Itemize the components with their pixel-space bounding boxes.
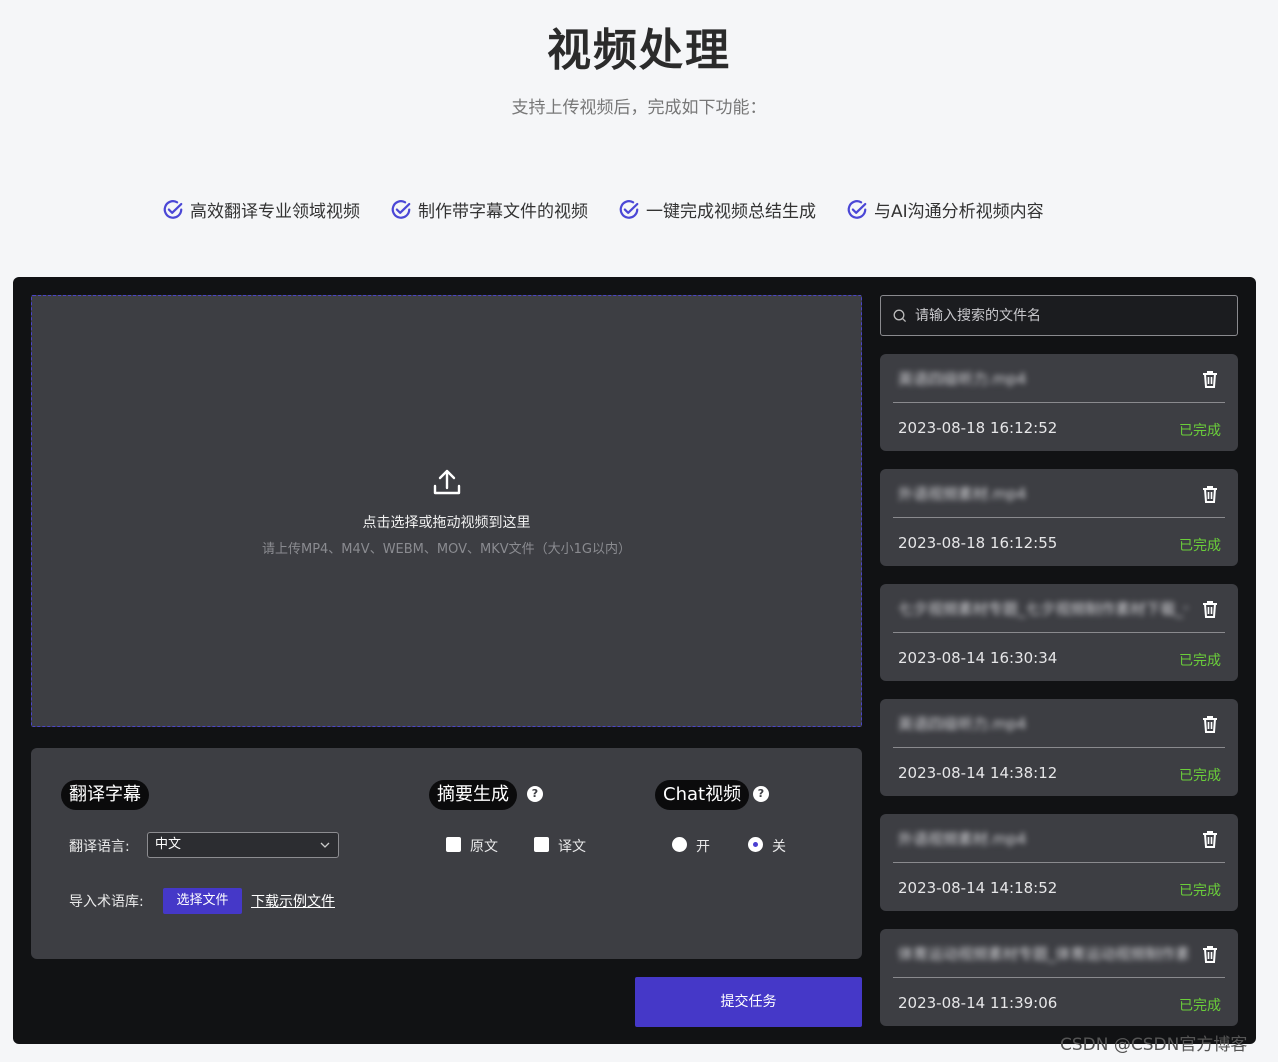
feature-item: 一键完成视频总结生成 bbox=[618, 197, 816, 222]
check-circle-icon bbox=[391, 199, 411, 219]
chat-help-icon[interactable]: ? bbox=[753, 786, 769, 802]
file-name: 外语视频素材.mp4 bbox=[898, 830, 1027, 848]
file-status: 已完成 bbox=[1179, 998, 1221, 1014]
feature-label: 高效翻译专业领域视频 bbox=[190, 202, 360, 222]
video-upload-dropzone[interactable]: 点击选择或拖动视频到这里 请上传MP4、M4V、WEBM、MOV、MKV文件（大… bbox=[31, 295, 862, 727]
feature-label: 与AI沟通分析视频内容 bbox=[874, 202, 1044, 222]
feature-item: 制作带字幕文件的视频 bbox=[390, 197, 588, 222]
trash-icon[interactable] bbox=[1200, 369, 1220, 389]
file-name: 七夕视频素材专题_七夕视频制作素材下载_七夕 bbox=[898, 600, 1188, 618]
file-time: 2023-08-14 16:30:34 bbox=[898, 649, 1058, 667]
summary-original-checkbox[interactable] bbox=[446, 837, 461, 852]
watermark: CSDN @CSDN官方博客 bbox=[1060, 1035, 1248, 1055]
file-card[interactable]: 英语四级听力.mp4 2023-08-18 16:12:52 已完成 bbox=[880, 354, 1238, 451]
trash-icon[interactable] bbox=[1200, 599, 1220, 619]
check-circle-icon bbox=[163, 199, 183, 219]
translate-language-label: 翻译语言: bbox=[69, 839, 130, 855]
translate-section-title: 翻译字幕 bbox=[61, 780, 149, 810]
file-status: 已完成 bbox=[1179, 768, 1221, 784]
summary-help-icon[interactable]: ? bbox=[527, 786, 543, 802]
upload-title: 点击选择或拖动视频到这里 bbox=[362, 514, 531, 531]
chevron-down-icon bbox=[320, 842, 330, 848]
choose-file-button[interactable]: 选择文件 bbox=[163, 888, 242, 914]
divider bbox=[893, 977, 1225, 978]
trash-icon[interactable] bbox=[1200, 829, 1220, 849]
file-status: 已完成 bbox=[1179, 538, 1221, 554]
search-icon bbox=[893, 309, 907, 323]
summary-original-label: 原文 bbox=[470, 839, 498, 855]
file-status: 已完成 bbox=[1179, 653, 1221, 669]
divider bbox=[893, 747, 1225, 748]
file-card[interactable]: 外语视频素材.mp4 2023-08-18 16:12:55 已完成 bbox=[880, 469, 1238, 566]
file-time: 2023-08-14 11:39:06 bbox=[898, 994, 1058, 1012]
file-name: 英语四级听力.mp4 bbox=[898, 370, 1027, 388]
file-status: 已完成 bbox=[1179, 883, 1221, 899]
file-card[interactable]: 外语视频素材.mp4 2023-08-14 14:18:52 已完成 bbox=[880, 814, 1238, 911]
file-status: 已完成 bbox=[1179, 423, 1221, 439]
chat-section-title: Chat视频 bbox=[655, 780, 750, 810]
divider bbox=[893, 862, 1225, 863]
file-name: 体育运动视频素材专题_体育运动视频制作素材下载 bbox=[898, 945, 1188, 963]
page-title: 视频处理 bbox=[547, 25, 731, 76]
file-time: 2023-08-14 14:18:52 bbox=[898, 879, 1058, 897]
file-list: 英语四级听力.mp4 2023-08-18 16:12:52 已完成 外语视频素… bbox=[880, 354, 1238, 1044]
trash-icon[interactable] bbox=[1200, 714, 1220, 734]
divider bbox=[893, 517, 1225, 518]
submit-task-button[interactable]: 提交任务 bbox=[635, 977, 862, 1027]
download-sample-link[interactable]: 下载示例文件 bbox=[251, 891, 335, 911]
feature-label: 制作带字幕文件的视频 bbox=[418, 202, 588, 222]
file-search-box bbox=[880, 295, 1238, 336]
feature-label: 一键完成视频总结生成 bbox=[646, 202, 816, 222]
options-panel: 翻译字幕 翻译语言: 中文 导入术语库: 选择文件 下载示例文件 摘要生成 ? … bbox=[31, 748, 862, 959]
file-name: 英语四级听力.mp4 bbox=[898, 715, 1027, 733]
summary-translation-label: 译文 bbox=[558, 839, 586, 855]
feature-list: 高效翻译专业领域视频 制作带字幕文件的视频 一键完成视频总结生成 与AI沟通分析… bbox=[162, 197, 1044, 222]
workspace-panel: 点击选择或拖动视频到这里 请上传MP4、M4V、WEBM、MOV、MKV文件（大… bbox=[13, 277, 1256, 1044]
upload-hint: 请上传MP4、M4V、WEBM、MOV、MKV文件（大小1G以内） bbox=[261, 541, 631, 557]
trash-icon[interactable] bbox=[1200, 484, 1220, 504]
summary-translation-checkbox[interactable] bbox=[534, 837, 549, 852]
file-time: 2023-08-14 14:38:12 bbox=[898, 764, 1058, 782]
feature-item: 与AI沟通分析视频内容 bbox=[846, 197, 1044, 222]
translate-language-value: 中文 bbox=[155, 837, 182, 852]
page-subtitle: 支持上传视频后，完成如下功能： bbox=[511, 98, 767, 118]
file-card[interactable]: 七夕视频素材专题_七夕视频制作素材下载_七夕 2023-08-14 16:30:… bbox=[880, 584, 1238, 681]
feature-item: 高效翻译专业领域视频 bbox=[162, 197, 360, 222]
trash-icon[interactable] bbox=[1200, 944, 1220, 964]
file-card[interactable]: 英语四级听力.mp4 2023-08-14 14:38:12 已完成 bbox=[880, 699, 1238, 796]
divider bbox=[893, 632, 1225, 633]
glossary-label: 导入术语库: bbox=[69, 894, 144, 910]
chat-off-radio[interactable] bbox=[748, 837, 763, 852]
divider bbox=[893, 402, 1225, 403]
summary-section-title: 摘要生成 bbox=[429, 780, 517, 810]
file-search-input[interactable] bbox=[915, 296, 1215, 335]
check-circle-icon bbox=[619, 199, 639, 219]
file-time: 2023-08-18 16:12:52 bbox=[898, 419, 1058, 437]
check-circle-icon bbox=[847, 199, 867, 219]
chat-off-label: 关 bbox=[772, 839, 786, 855]
file-time: 2023-08-18 16:12:55 bbox=[898, 534, 1058, 552]
file-card[interactable]: 体育运动视频素材专题_体育运动视频制作素材下载 2023-08-14 11:39… bbox=[880, 929, 1238, 1026]
upload-icon bbox=[433, 469, 460, 494]
chat-on-label: 开 bbox=[696, 839, 710, 855]
chat-on-radio[interactable] bbox=[672, 837, 687, 852]
translate-language-select[interactable]: 中文 bbox=[147, 832, 339, 858]
file-name: 外语视频素材.mp4 bbox=[898, 485, 1027, 503]
